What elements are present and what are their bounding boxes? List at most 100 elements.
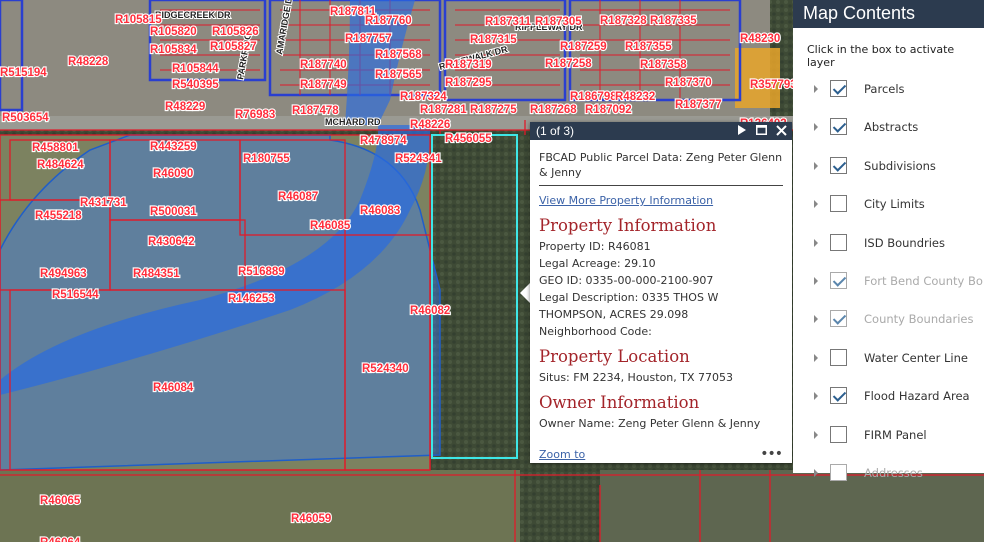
layer-checkbox[interactable] bbox=[830, 425, 847, 443]
layer-label: County Boundaries bbox=[864, 312, 974, 327]
popup-footer: Zoom to ••• bbox=[539, 447, 783, 461]
parcel-label: R524340 bbox=[362, 363, 409, 375]
parcel-label: R484624 bbox=[37, 159, 84, 171]
layer-checkbox[interactable] bbox=[830, 80, 847, 97]
zoom-to-link[interactable]: Zoom to bbox=[539, 448, 585, 461]
parcel-label: R48226 bbox=[410, 119, 450, 131]
parcel-label: R187760 bbox=[365, 15, 412, 27]
layer-row-isd-boundries[interactable]: ISD Boundries bbox=[793, 232, 984, 254]
expand-triangle-icon[interactable] bbox=[814, 469, 818, 477]
parcel-label: R187478 bbox=[292, 105, 339, 117]
parcel-label: R187281 bbox=[420, 104, 467, 116]
expand-triangle-icon[interactable] bbox=[814, 200, 818, 209]
parcel-label: R180755 bbox=[243, 153, 290, 165]
property-id: Property ID: R46081 bbox=[539, 240, 651, 253]
property-location-heading: Property Location bbox=[539, 347, 690, 366]
parcel-label: R48232 bbox=[615, 91, 655, 103]
parcel-label: R146253 bbox=[228, 293, 275, 305]
parcel-label: R48229 bbox=[165, 101, 205, 113]
layer-row-flood-hazard-area[interactable]: Flood Hazard Area bbox=[793, 385, 984, 407]
neighborhood-code: Neighborhood Code: bbox=[539, 325, 652, 338]
layer-checkbox[interactable] bbox=[830, 195, 847, 213]
layer-checkbox[interactable] bbox=[830, 156, 847, 174]
parcel-label: R105834 bbox=[150, 44, 197, 56]
parcel-label: R431731 bbox=[80, 197, 127, 209]
parcel-label: R430642 bbox=[148, 236, 195, 248]
parcel-label: R187268 bbox=[530, 104, 577, 116]
layer-label: Abstracts bbox=[864, 120, 919, 135]
layer-label: FIRM Panel bbox=[864, 427, 927, 442]
expand-triangle-icon[interactable] bbox=[814, 85, 818, 93]
layer-row-firm-panel[interactable]: FIRM Panel bbox=[793, 424, 984, 446]
layer-row-city-limits[interactable]: City Limits bbox=[793, 193, 984, 215]
parcel-label: R105827 bbox=[210, 41, 257, 53]
parcel-label: R187377 bbox=[675, 99, 722, 111]
expand-triangle-icon[interactable] bbox=[814, 238, 818, 247]
layer-checkbox[interactable] bbox=[830, 464, 847, 481]
layer-checkbox[interactable] bbox=[830, 310, 847, 328]
play-icon[interactable] bbox=[735, 123, 748, 137]
parcel-label: R186798 bbox=[570, 91, 617, 103]
expand-triangle-icon[interactable] bbox=[814, 277, 818, 285]
parcel-label: R46084 bbox=[153, 382, 194, 394]
layer-checkbox[interactable] bbox=[830, 387, 847, 405]
property-info-heading: Property Information bbox=[539, 216, 717, 235]
owner-info-heading: Owner Information bbox=[539, 393, 700, 412]
panel-title: Map Contents bbox=[793, 0, 984, 28]
parcel-label: R46083 bbox=[360, 205, 400, 217]
layer-label: Flood Hazard Area bbox=[864, 389, 970, 404]
parcel-label: R187259 bbox=[560, 41, 607, 53]
parcel-label: R187315 bbox=[470, 34, 517, 46]
parcel-label: R76983 bbox=[235, 109, 275, 121]
expand-triangle-icon[interactable] bbox=[814, 315, 818, 324]
parcel-label: R187258 bbox=[545, 58, 592, 70]
parcel-label: R46085 bbox=[310, 220, 351, 232]
layer-row-subdivisions[interactable]: Subdivisions bbox=[793, 155, 984, 177]
expand-triangle-icon[interactable] bbox=[814, 430, 818, 439]
parcel-label: R48228 bbox=[68, 56, 109, 68]
layer-row-parcels[interactable]: Parcels bbox=[793, 78, 984, 100]
parcel-label: R46082 bbox=[410, 305, 450, 317]
parcel-label: R187370 bbox=[665, 77, 712, 89]
layer-row-county-boundaries[interactable]: County Boundaries bbox=[793, 308, 984, 330]
layer-row-abstracts[interactable]: Abstracts bbox=[793, 116, 984, 138]
parcel-label: R187757 bbox=[345, 33, 392, 45]
parcel-label: R187740 bbox=[300, 59, 347, 71]
maximize-icon[interactable] bbox=[755, 123, 768, 137]
layer-row-water-center-line[interactable]: Water Center Line bbox=[793, 347, 984, 369]
layer-row-fort-bend-county-bo[interactable]: Fort Bend County Bo bbox=[793, 270, 984, 292]
legal-acreage: Legal Acreage: 29.10 bbox=[539, 257, 656, 270]
parcel-label: R515194 bbox=[0, 67, 47, 79]
layer-label: Parcels bbox=[864, 82, 905, 96]
layer-label: Addresses bbox=[864, 466, 923, 480]
layer-checkbox[interactable] bbox=[830, 233, 847, 251]
expand-triangle-icon[interactable] bbox=[814, 161, 818, 170]
expand-triangle-icon[interactable] bbox=[814, 353, 818, 362]
more-dots-icon[interactable]: ••• bbox=[760, 447, 783, 461]
close-icon[interactable] bbox=[775, 123, 788, 137]
layer-checkbox[interactable] bbox=[830, 272, 847, 289]
parcel-label: R46065 bbox=[40, 495, 81, 507]
parcel-label: R187565 bbox=[375, 69, 422, 81]
layer-label: Subdivisions bbox=[864, 158, 936, 173]
popup-body: FBCAD Public Parcel Data: Zeng Peter Gle… bbox=[530, 140, 792, 432]
parcel-label: R187324 bbox=[400, 91, 447, 103]
expand-triangle-icon[interactable] bbox=[814, 392, 818, 401]
parcel-label: R187319 bbox=[445, 59, 492, 71]
parcel-label: R187275 bbox=[470, 104, 517, 116]
view-more-link[interactable]: View More Property Information bbox=[539, 194, 783, 207]
panel-subtitle: Click in the box to activate layer bbox=[807, 43, 955, 69]
yellow-parcel bbox=[735, 48, 780, 108]
popup-header: (1 of 3) bbox=[530, 122, 792, 140]
parcel-label: R516889 bbox=[238, 266, 285, 278]
layer-checkbox[interactable] bbox=[830, 348, 847, 366]
layer-checkbox[interactable] bbox=[830, 118, 847, 136]
layer-row-addresses[interactable]: Addresses bbox=[793, 462, 984, 484]
parcel-label: R105844 bbox=[172, 63, 219, 75]
layer-label: Fort Bend County Bo bbox=[864, 274, 983, 288]
parcel-label: R443259 bbox=[150, 141, 197, 153]
situs: Situs: FM 2234, Houston, TX 77053 bbox=[539, 371, 734, 384]
parcel-label: R458801 bbox=[32, 142, 79, 154]
expand-triangle-icon[interactable] bbox=[814, 123, 818, 132]
parcel-label: R187355 bbox=[625, 41, 672, 53]
